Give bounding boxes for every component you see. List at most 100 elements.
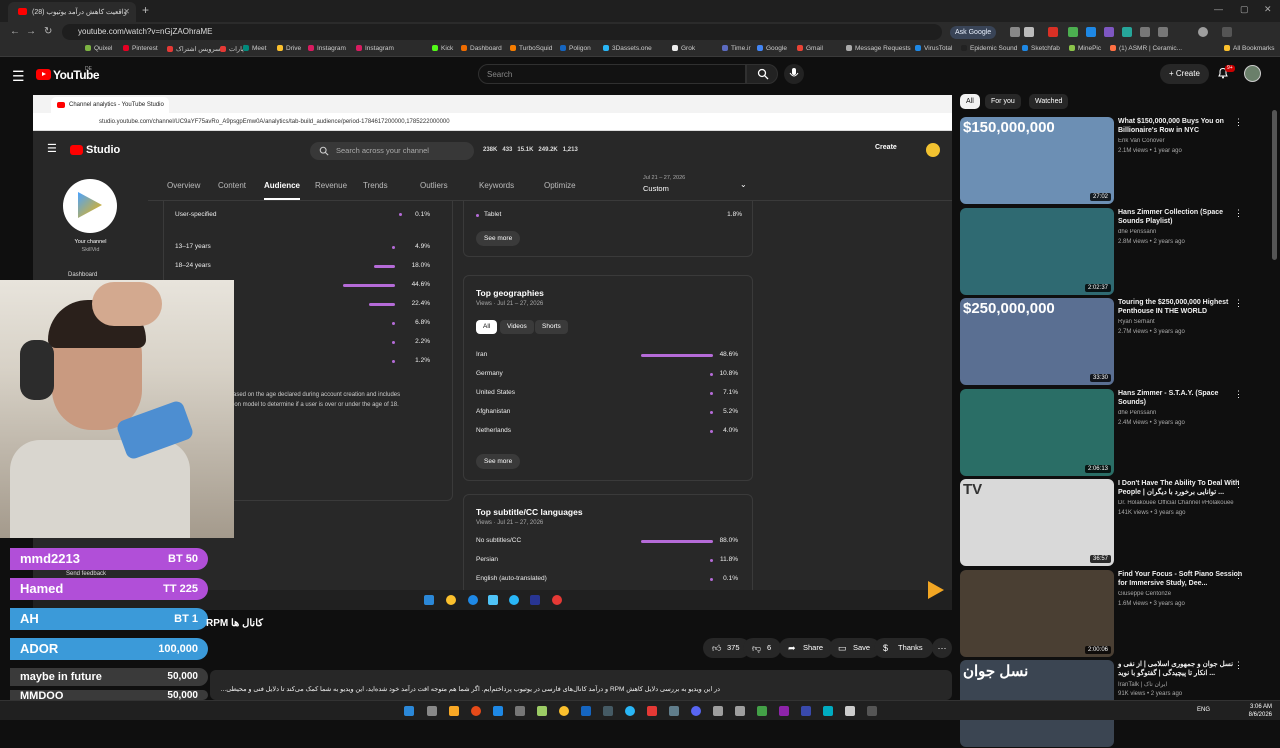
bookmark-item[interactable]: TurboSquid: [510, 45, 552, 52]
app-icon[interactable]: [779, 706, 789, 716]
menu-icon[interactable]: [1222, 27, 1232, 37]
thanks-button[interactable]: $ Thanks: [874, 638, 933, 658]
recommended-video[interactable]: $150,000,000 27:02 What $150,000,000 Buys …: [960, 117, 1270, 205]
video-thumbnail[interactable]: $250,000,000 33:30: [960, 298, 1114, 385]
ask-google-button[interactable]: Ask Google: [950, 26, 997, 39]
reload-icon[interactable]: ↻: [44, 26, 52, 37]
recommended-video[interactable]: $250,000,000 33:30 Touring the $250,000,00…: [960, 298, 1270, 386]
extensions-puzzle-icon[interactable]: [1158, 27, 1168, 37]
bookmark-item[interactable]: 3Dassets.one: [603, 45, 652, 52]
file-explorer-icon[interactable]: [449, 706, 459, 716]
video-title[interactable]: What $150,000,000 Buys You on Billionair…: [1118, 117, 1246, 135]
youtube-logo-icon[interactable]: [36, 69, 51, 80]
bookmark-item[interactable]: سرویس اشتراک...: [167, 45, 226, 53]
search-button[interactable]: [746, 64, 778, 84]
channel-name[interactable]: Ryan Serhant: [1118, 319, 1246, 325]
channel-name[interactable]: Giuseppe Centonze: [1118, 591, 1246, 597]
bookmark-item[interactable]: VirusTotal: [915, 45, 952, 52]
bookmark-item[interactable]: Drive: [277, 45, 301, 52]
all-bookmarks[interactable]: All Bookmarks: [1224, 45, 1275, 52]
recommended-video[interactable]: 2:00:06 Find Your Focus - Soft Piano Sess…: [960, 569, 1270, 658]
extension-icon[interactable]: [1048, 27, 1058, 37]
hamburger-menu-icon[interactable]: ☰: [12, 68, 25, 85]
extension-icon[interactable]: [1104, 27, 1114, 37]
bookmark-star-icon[interactable]: [1024, 27, 1034, 37]
share-button[interactable]: ➦ Share: [779, 638, 834, 658]
new-tab-icon[interactable]: +: [142, 3, 149, 17]
video-thumbnail[interactable]: $150,000,000 27:02: [960, 117, 1114, 204]
scrollbar[interactable]: [1272, 110, 1277, 260]
create-button[interactable]: + Create: [1160, 64, 1209, 84]
dislike-button[interactable]: 👎︎ 6: [743, 638, 782, 658]
save-button[interactable]: ▭ Save: [829, 638, 881, 658]
bookmark-item[interactable]: آپارات: [220, 45, 246, 53]
app-icon[interactable]: [713, 706, 723, 716]
maximize-icon[interactable]: ▢: [1240, 4, 1249, 15]
video-title[interactable]: Touring the $250,000,000 Highest Penthou…: [1118, 298, 1246, 316]
youtube-logo-text[interactable]: YouTube: [53, 68, 100, 82]
chip-for-you[interactable]: For you: [985, 94, 1021, 109]
minimize-icon[interactable]: —: [1214, 4, 1223, 14]
search-input[interactable]: Search: [478, 64, 746, 84]
video-title[interactable]: Hans Zimmer - S.T.A.Y. (Space Sounds): [1118, 389, 1246, 407]
back-icon[interactable]: ←: [10, 26, 20, 37]
app-icon[interactable]: [537, 706, 547, 716]
channel-name[interactable]: IranTalk | ایران تاک: [1118, 681, 1246, 688]
video-title[interactable]: Find Your Focus - Soft Piano Session for…: [1118, 570, 1246, 588]
app-icon[interactable]: [801, 706, 811, 716]
video-thumbnail[interactable]: 2:02:37: [960, 207, 1114, 295]
system-clock[interactable]: 3:06 AM 8/6/2026: [1249, 703, 1272, 719]
discord-icon[interactable]: [691, 706, 701, 716]
bookmark-item[interactable]: Sketchfab: [1022, 45, 1060, 52]
word-icon[interactable]: [581, 706, 591, 716]
recommended-video[interactable]: 2:06:13 Hans Zimmer - S.T.A.Y. (Space Sou…: [960, 388, 1270, 477]
close-tab-icon[interactable]: ✕: [123, 7, 130, 16]
app-icon[interactable]: [493, 706, 503, 716]
bookmark-item[interactable]: Meet: [243, 45, 266, 52]
windows-start-icon[interactable]: [404, 706, 414, 716]
video-thumbnail[interactable]: 2:00:06: [960, 569, 1114, 657]
more-options-icon[interactable]: ⋮: [1234, 298, 1243, 309]
language-indicator[interactable]: ENG: [1197, 707, 1210, 713]
profile-icon[interactable]: [1198, 27, 1208, 37]
voice-search-button[interactable]: [784, 64, 804, 84]
video-title[interactable]: I Don't Have The Ability To Deal With Pe…: [1118, 479, 1246, 497]
more-options-icon[interactable]: ⋮: [1234, 660, 1243, 671]
more-options-icon[interactable]: ⋮: [1234, 570, 1243, 581]
channel-name[interactable]: dhe Perissann: [1118, 229, 1246, 235]
chrome-icon[interactable]: [559, 706, 569, 716]
app-icon[interactable]: [823, 706, 833, 716]
video-title[interactable]: Hans Zimmer Collection (Space Sounds Pla…: [1118, 208, 1246, 226]
bookmark-item[interactable]: Time.ir: [722, 45, 751, 52]
account-avatar[interactable]: [1244, 65, 1261, 82]
bookmark-item[interactable]: Gmail: [797, 45, 823, 52]
bookmark-item[interactable]: Grok: [672, 45, 695, 52]
app-icon[interactable]: [867, 706, 877, 716]
telegram-icon[interactable]: [625, 706, 635, 716]
browser-tab[interactable]: (28) واقعیت کاهش درآمد یوتیوب ✕: [8, 2, 136, 22]
task-view-icon[interactable]: [427, 706, 437, 716]
bookmark-item[interactable]: Pinterest: [123, 45, 158, 52]
extension-icon[interactable]: [1140, 27, 1150, 37]
chip-watched[interactable]: Watched: [1029, 94, 1069, 109]
channel-name[interactable]: dhe Perissann: [1118, 410, 1246, 416]
settings-icon[interactable]: [515, 706, 525, 716]
steam-icon[interactable]: [603, 706, 613, 716]
bookmark-item[interactable]: Instagram: [356, 45, 394, 52]
video-thumbnail[interactable]: TV 36:57: [960, 479, 1114, 566]
close-window-icon[interactable]: ✕: [1264, 4, 1272, 15]
bookmark-item[interactable]: Kick: [432, 45, 453, 52]
bookmark-item[interactable]: Google: [757, 45, 787, 52]
extension-icon[interactable]: [1122, 27, 1132, 37]
app-icon[interactable]: [471, 706, 481, 716]
channel-name[interactable]: Dr. Holakouee Official Channel #Holakoue…: [1118, 500, 1246, 506]
app-icon[interactable]: [757, 706, 767, 716]
video-title[interactable]: نسل جوان و جمهوری اسلامی | از نفی و انکا…: [1118, 660, 1246, 678]
more-options-icon[interactable]: ⋮: [1234, 389, 1243, 400]
bookmark-item[interactable]: Epidemic Sound: [961, 45, 1017, 52]
bookmark-item[interactable]: Quixel: [85, 45, 112, 52]
app-icon[interactable]: [735, 706, 745, 716]
recommended-video[interactable]: 2:02:37 Hans Zimmer Collection (Space Sou…: [960, 207, 1270, 296]
more-options-icon[interactable]: ⋮: [1234, 479, 1243, 490]
more-actions-icon[interactable]: ⋯: [932, 638, 952, 658]
